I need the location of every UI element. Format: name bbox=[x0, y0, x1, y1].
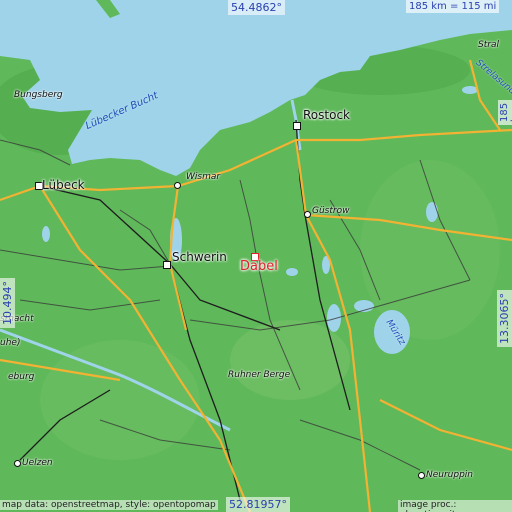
schwerin-marker bbox=[163, 261, 171, 269]
scale-horizontal: 185 km = 115 mi bbox=[406, 0, 500, 13]
wismar-marker bbox=[174, 182, 181, 189]
coord-top-lat: 54.4862° bbox=[228, 0, 285, 15]
label-rostock[interactable]: Rostock bbox=[303, 108, 350, 122]
label-wismar[interactable]: Wismar bbox=[186, 172, 220, 182]
label-uhe[interactable]: uhe) bbox=[0, 338, 20, 348]
highlight-label-dabel[interactable]: Dabel bbox=[240, 259, 278, 274]
neuruppin-marker bbox=[418, 472, 425, 479]
label-uelzen[interactable]: Uelzen bbox=[22, 458, 53, 468]
uelzen-marker bbox=[14, 460, 21, 467]
guestrow-marker bbox=[304, 211, 311, 218]
scale-vertical: 185 km = 115 mi bbox=[498, 99, 512, 125]
credit-image-proc: image proc.: elevation.city bbox=[398, 500, 512, 512]
rostock-marker bbox=[293, 122, 301, 130]
label-eburg[interactable]: eburg bbox=[8, 372, 34, 382]
coord-right-lon: 13.3065° bbox=[497, 290, 512, 347]
label-bungsberg[interactable]: Bungsberg bbox=[14, 90, 63, 100]
label-schwerin[interactable]: Schwerin bbox=[172, 250, 227, 264]
label-guestrow[interactable]: Güstrow bbox=[312, 206, 349, 216]
coord-left-lon: 10.494° bbox=[0, 278, 15, 328]
label-stral[interactable]: Stral bbox=[478, 40, 499, 50]
label-neuruppin[interactable]: Neuruppin bbox=[426, 470, 473, 480]
map-view[interactable]: Rostock Lübeck Schwerin Wismar Güstrow B… bbox=[0, 0, 512, 512]
label-ruhner-berge[interactable]: Ruhner Berge bbox=[228, 370, 290, 380]
coord-bottom-lat: 52.81957° bbox=[226, 497, 290, 512]
credit-map-data: map data: openstreetmap, style: opentopo… bbox=[0, 500, 218, 510]
label-luebeck[interactable]: Lübeck bbox=[42, 178, 85, 192]
